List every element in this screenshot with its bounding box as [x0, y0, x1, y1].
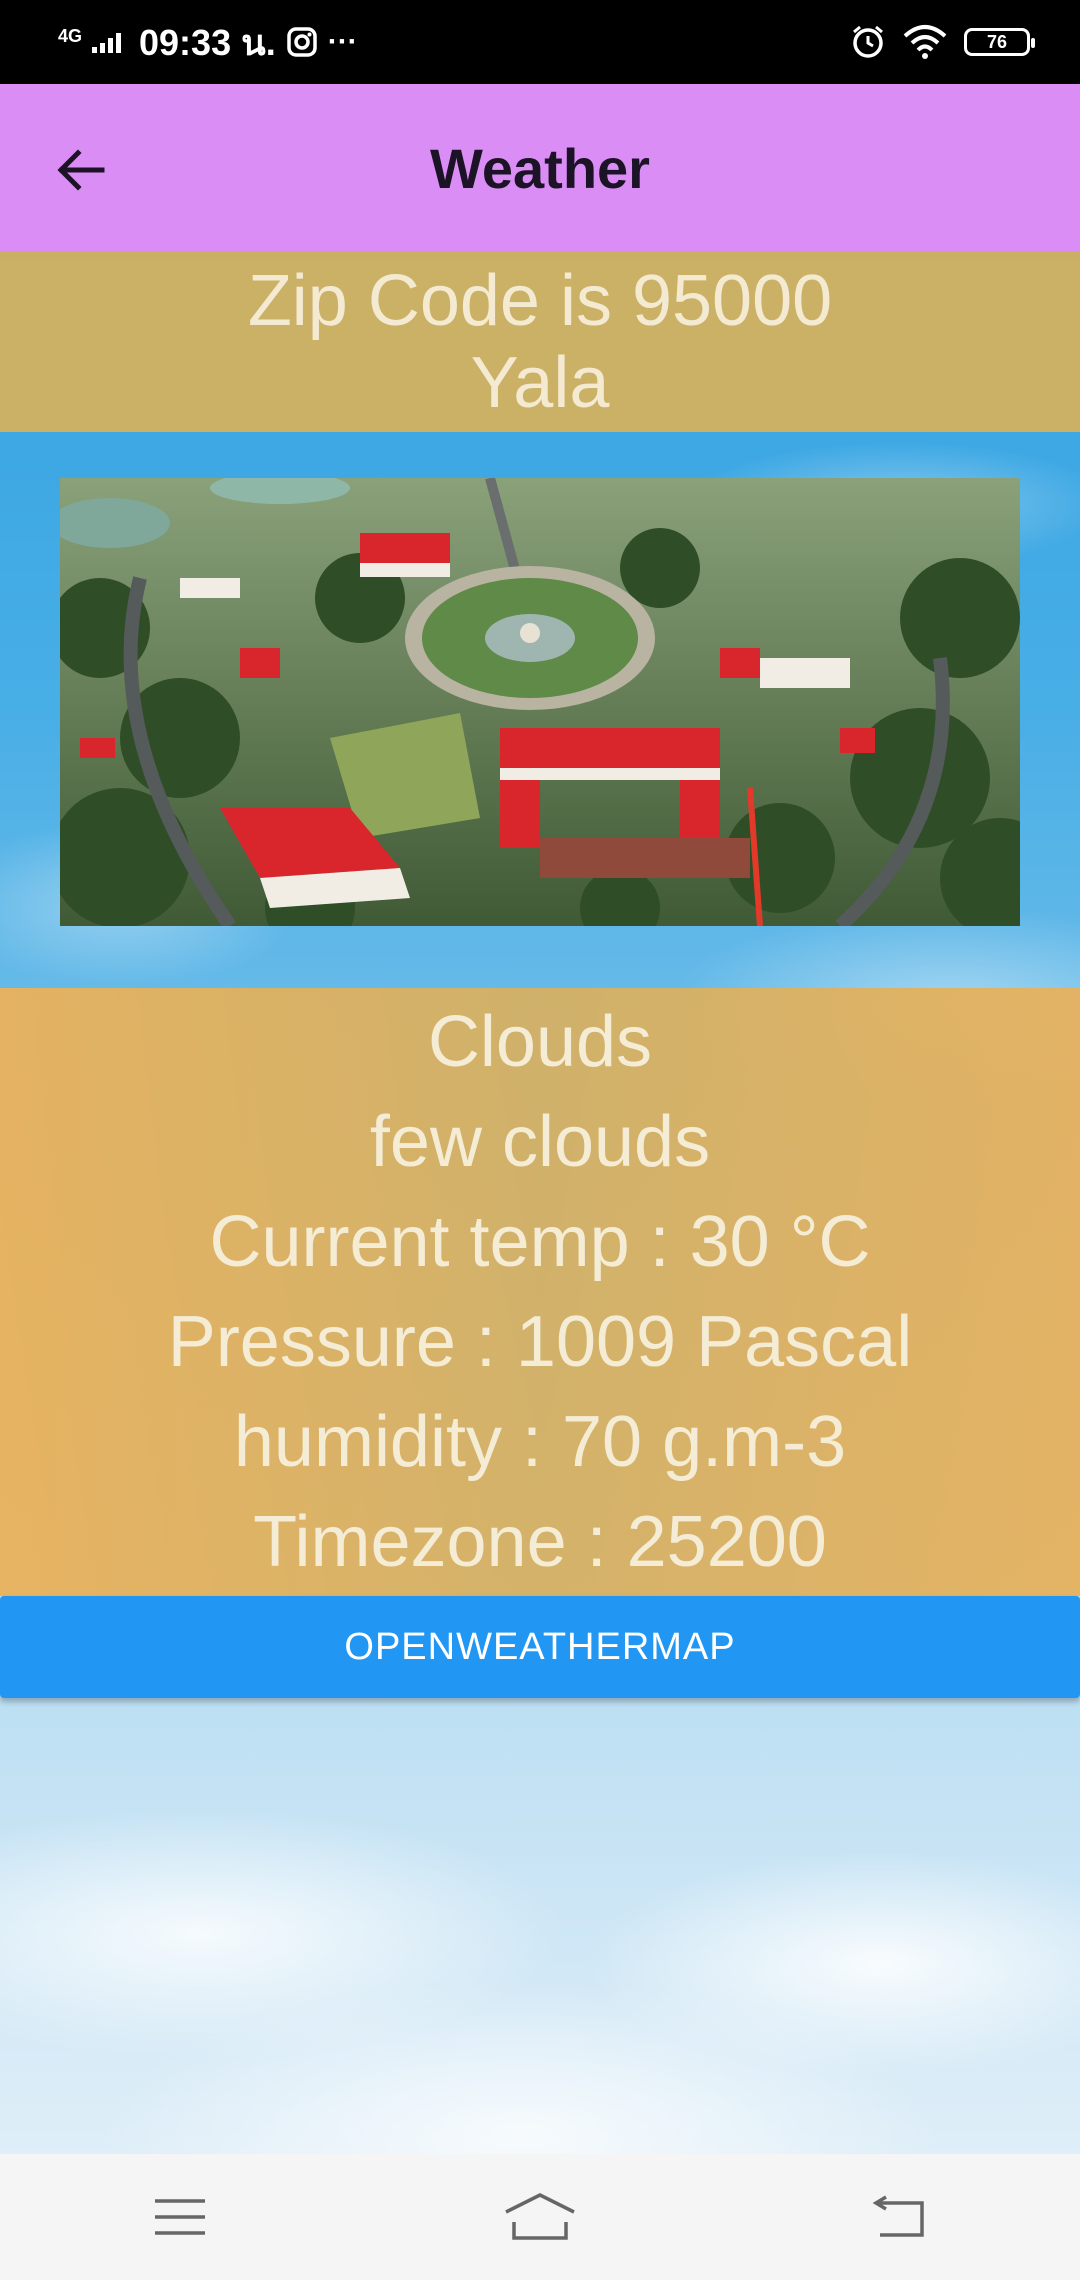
openweathermap-button[interactable]: OPENWEATHERMAP	[0, 1596, 1080, 1698]
battery-level: 76	[986, 31, 1008, 52]
app-bar: Weather	[0, 84, 1080, 252]
humidity: humidity : 70 g.m-3	[233, 1402, 847, 1482]
weather-info-panel: Clouds few clouds Current temp : 30 °C P…	[0, 988, 1080, 1596]
back-arrow-icon	[57, 149, 105, 191]
weather-description: few clouds	[369, 1102, 711, 1182]
weather-main: Clouds	[427, 1002, 653, 1082]
signal-icon	[92, 31, 122, 53]
back-icon	[872, 2195, 924, 2237]
back-button[interactable]	[48, 138, 112, 202]
home-icon	[505, 2193, 575, 2240]
pressure: Pressure : 1009 Pascal	[167, 1302, 913, 1382]
status-bar: 4G 09:33 น. ··· 76	[0, 0, 1080, 84]
wifi-icon	[903, 25, 947, 59]
city-name: Yala	[470, 343, 610, 423]
system-nav-bar	[0, 2154, 1080, 2280]
city-aerial-image	[60, 478, 1020, 926]
location-panel: Zip Code is 95000 Yala	[0, 252, 1080, 432]
network-type: 4G	[58, 26, 83, 46]
timezone: Timezone : 25200	[253, 1502, 827, 1582]
clock: 09:33 น.	[139, 21, 276, 63]
home-button[interactable]	[495, 2182, 585, 2252]
alarm-icon	[853, 25, 883, 58]
zip-code-text: Zip Code is 95000	[247, 261, 833, 341]
more-notifications: ···	[327, 25, 358, 58]
menu-button[interactable]	[135, 2182, 225, 2252]
menu-icon	[155, 2199, 205, 2235]
current-temp: Current temp : 30 °C	[209, 1202, 871, 1282]
battery-icon: 76	[964, 28, 1035, 56]
page-title: Weather	[430, 136, 650, 200]
back-nav-button[interactable]	[855, 2182, 945, 2252]
instagram-icon	[286, 27, 317, 57]
